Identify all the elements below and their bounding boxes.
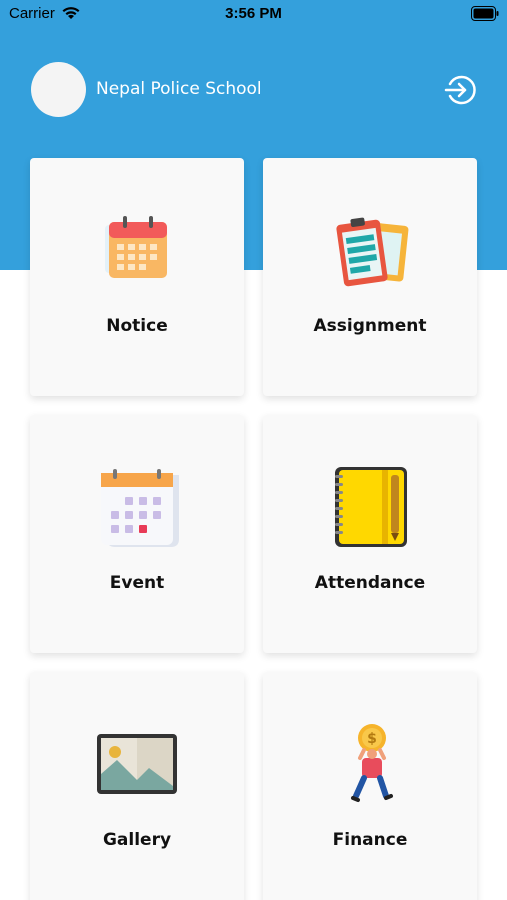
- clipboard-icon: [336, 217, 409, 287]
- gallery-card[interactable]: Gallery: [30, 672, 244, 900]
- event-card[interactable]: Event: [30, 415, 244, 653]
- notebook-icon: [335, 467, 407, 547]
- gallery-label: Gallery: [102, 830, 172, 850]
- status-bar: Carrier 3:56 PM: [0, 0, 507, 30]
- attendance-label: Attendance: [314, 573, 426, 593]
- status-time: 3:56 PM: [225, 5, 282, 22]
- finance-label: Finance: [332, 830, 408, 850]
- assignment-card[interactable]: Assignment: [263, 158, 477, 396]
- school-name: Nepal Police School: [96, 79, 262, 99]
- calendar-icon: [105, 216, 167, 278]
- finance-icon: $: [351, 724, 393, 802]
- notice-card[interactable]: Notice: [30, 158, 244, 396]
- assignment-label: Assignment: [313, 316, 427, 336]
- event-calendar-icon: [101, 469, 179, 547]
- event-label: Event: [109, 573, 165, 593]
- notice-label: Notice: [106, 316, 168, 336]
- avatar[interactable]: [31, 62, 86, 117]
- image-icon: [97, 734, 177, 794]
- battery-icon: [471, 6, 499, 21]
- svg-text:$: $: [367, 731, 377, 747]
- finance-card[interactable]: $ Finance: [263, 672, 477, 900]
- logout-icon[interactable]: [443, 73, 477, 107]
- attendance-card[interactable]: Attendance: [263, 415, 477, 653]
